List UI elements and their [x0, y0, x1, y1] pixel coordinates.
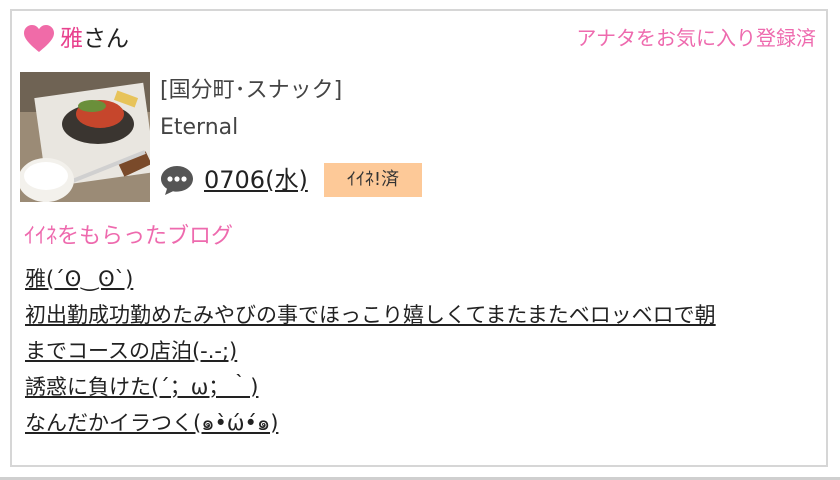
blog-link[interactable]: 誘惑に負けた(´；ω；｀) — [25, 369, 815, 405]
user-given-name[interactable]: 雅 — [60, 26, 83, 52]
like-status-badge: ｲｲﾈ!済 — [324, 163, 422, 197]
liked-blog-section-title: ｲｲﾈをもらったブログ — [24, 224, 234, 249]
blog-link[interactable]: 初出勤成功勤めたみやびの事でほっこり嬉しくてまたまたベロッベロで朝 — [25, 297, 815, 333]
liked-blog-list: 雅(´ʘ‿ʘ`) 初出勤成功勤めたみやびの事でほっこり嬉しくてまたまたベロッベロ… — [25, 261, 815, 441]
heart-icon — [24, 25, 54, 52]
blog-link[interactable]: までコースの店泊(-.-;) — [25, 333, 815, 369]
speech-bubble-icon — [161, 166, 193, 195]
profile-photo[interactable] — [20, 72, 150, 202]
shop-category: [国分町･スナック] — [160, 78, 343, 103]
honorific: さん — [83, 26, 129, 52]
blog-link[interactable]: なんだかイラつく(๑•̀ώ•́๑) — [25, 405, 815, 441]
user-name[interactable]: 雅さん — [60, 23, 129, 55]
card-header: 雅さん アナタをお気に入り登録済 — [24, 23, 816, 57]
profile-meta: [国分町･スナック] Eternal — [160, 71, 800, 145]
shop-name: Eternal — [160, 115, 239, 140]
favorite-status-link[interactable]: アナタをお気に入り登録済 — [576, 23, 816, 53]
message-date-link[interactable]: 0706(水) — [204, 161, 308, 199]
date-row: 0706(水) ｲｲﾈ!済 — [160, 161, 560, 199]
message-card: 雅さん アナタをお気に入り登録済 [国分町･スナック] Eternal 0706… — [10, 9, 828, 467]
food-photo-image — [20, 72, 150, 202]
blog-link[interactable]: 雅(´ʘ‿ʘ`) — [25, 261, 815, 297]
